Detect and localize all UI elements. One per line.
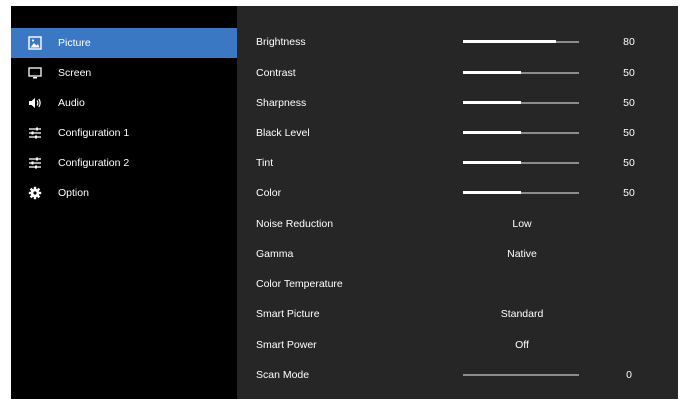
setting-label: Black Level bbox=[256, 127, 310, 139]
setting-value: Low bbox=[512, 218, 532, 230]
contrast-slider[interactable] bbox=[463, 71, 579, 74]
sidebar-item-screen[interactable]: Screen bbox=[11, 58, 237, 88]
sidebar-item-label: Option bbox=[58, 187, 89, 199]
setting-label: Sharpness bbox=[256, 97, 307, 109]
sidebar-item-configuration-1[interactable]: Configuration 1 bbox=[11, 118, 237, 148]
setting-value: Standard bbox=[500, 308, 544, 320]
setting-value: 50 bbox=[623, 157, 635, 169]
setting-row-scan-mode[interactable]: Scan Mode 0 bbox=[237, 360, 678, 390]
setting-value: Off bbox=[515, 339, 529, 351]
setting-row-tint[interactable]: Tint 50 bbox=[237, 148, 678, 178]
black-level-slider[interactable] bbox=[463, 131, 579, 134]
setting-label: Gamma bbox=[256, 248, 294, 260]
sidebar-item-option[interactable]: Option bbox=[11, 178, 237, 208]
setting-row-color-temperature[interactable]: Color Temperature bbox=[237, 269, 678, 299]
setting-row-black-level[interactable]: Black Level 50 bbox=[237, 118, 678, 148]
setting-label: Color Temperature bbox=[256, 278, 343, 290]
settings-panel: Brightness 80 Contrast 50 Sharpness 50 B… bbox=[237, 6, 678, 399]
setting-label: Color bbox=[256, 187, 282, 199]
sharpness-slider[interactable] bbox=[463, 101, 579, 104]
setting-value: Native bbox=[507, 248, 537, 260]
setting-label: Contrast bbox=[256, 67, 296, 79]
setting-value: 0 bbox=[626, 369, 632, 381]
sidebar-item-audio[interactable]: Audio bbox=[11, 88, 237, 118]
setting-label: Scan Mode bbox=[256, 369, 310, 381]
setting-label: Brightness bbox=[256, 36, 306, 48]
setting-row-brightness[interactable]: Brightness 80 bbox=[237, 27, 678, 57]
setting-value: 50 bbox=[623, 97, 635, 109]
setting-row-gamma[interactable]: Gamma Native bbox=[237, 239, 678, 269]
setting-row-sharpness[interactable]: Sharpness 50 bbox=[237, 88, 678, 118]
setting-label: Tint bbox=[256, 157, 274, 169]
sidebar-item-label: Configuration 1 bbox=[58, 127, 130, 139]
setting-row-smart-power[interactable]: Smart Power Off bbox=[237, 330, 678, 360]
sliders-icon bbox=[28, 126, 42, 140]
picture-icon bbox=[28, 36, 42, 50]
slider-fill bbox=[463, 161, 521, 164]
slider-fill bbox=[463, 71, 521, 74]
sliders-icon bbox=[28, 156, 42, 170]
setting-value: 50 bbox=[623, 187, 635, 199]
setting-row-noise-reduction[interactable]: Noise Reduction Low bbox=[237, 209, 678, 239]
sidebar-item-label: Configuration 2 bbox=[58, 157, 130, 169]
sidebar-item-label: Audio bbox=[58, 97, 85, 109]
sidebar-item-label: Screen bbox=[58, 67, 92, 79]
color-slider[interactable] bbox=[463, 191, 579, 194]
brightness-slider[interactable] bbox=[463, 40, 579, 43]
gear-icon bbox=[28, 186, 42, 200]
category-sidebar: Picture Screen Audio Configuration 1 Con… bbox=[11, 6, 237, 399]
tint-slider[interactable] bbox=[463, 161, 579, 164]
sidebar-item-label: Picture bbox=[58, 37, 91, 49]
setting-row-smart-picture[interactable]: Smart Picture Standard bbox=[237, 299, 678, 329]
setting-label: Noise Reduction bbox=[256, 218, 334, 230]
setting-row-contrast[interactable]: Contrast 50 bbox=[237, 58, 678, 88]
monitor-icon bbox=[28, 66, 42, 80]
setting-value: 50 bbox=[623, 67, 635, 79]
slider-fill bbox=[463, 40, 556, 43]
setting-value: 50 bbox=[623, 127, 635, 139]
slider-fill bbox=[463, 131, 521, 134]
scan-mode-slider[interactable] bbox=[463, 374, 579, 376]
setting-value: 80 bbox=[623, 36, 635, 48]
slider-fill bbox=[463, 101, 521, 104]
setting-row-color[interactable]: Color 50 bbox=[237, 178, 678, 208]
sidebar-item-picture[interactable]: Picture bbox=[11, 28, 237, 58]
slider-fill bbox=[463, 191, 521, 194]
sidebar-item-configuration-2[interactable]: Configuration 2 bbox=[11, 148, 237, 178]
setting-label: Smart Power bbox=[256, 339, 317, 351]
osd-menu: Picture Screen Audio Configuration 1 Con… bbox=[11, 6, 678, 399]
setting-label: Smart Picture bbox=[256, 308, 320, 320]
speaker-icon bbox=[28, 96, 42, 110]
